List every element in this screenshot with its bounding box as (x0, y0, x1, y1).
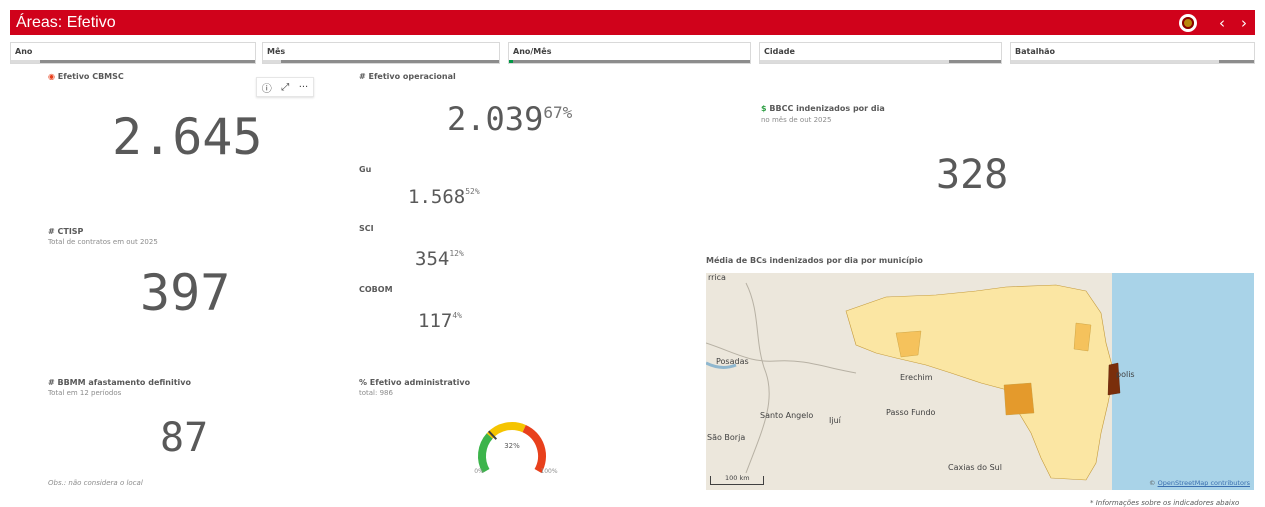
filter-ano-mes[interactable]: Ano/Mês (508, 42, 751, 64)
cbmsc-logo (1179, 13, 1197, 32)
gu-pct: 52% (465, 187, 480, 196)
operacional-pct: 67% (543, 103, 573, 122)
filter-pane: Ano Mês Ano/Mês Cidade Batalhão (10, 42, 1255, 64)
map-region-mid (1073, 322, 1092, 352)
gauge-yellow-band (486, 422, 526, 439)
sci-label: SCI (359, 224, 374, 233)
gauge-min-label: 0% (474, 468, 484, 475)
map-sea (1112, 273, 1254, 490)
bbmm-title: # BBMM afastamento definitivo (48, 378, 192, 387)
gu-label: Gu (359, 165, 372, 174)
map-scale-label: 100 km (725, 474, 750, 482)
dollar-icon: $ (761, 104, 767, 113)
gauge-red-band (522, 424, 546, 473)
choropleth-map[interactable]: rrica Posadas Erechim polis Santo Angelo… (706, 273, 1254, 490)
previous-sheet-button[interactable]: ‹ (1211, 14, 1233, 32)
gauge-max-label: 100% (540, 468, 557, 475)
filter-mes[interactable]: Mês (262, 42, 500, 64)
operacional-value: 2.03967% (447, 100, 573, 138)
bbcc-title: BBCC indenizados por dia (769, 104, 885, 113)
bbcc-value: 328 (936, 152, 1009, 198)
sci-value: 35412% (415, 248, 464, 270)
bbmm-value: 87 (160, 415, 209, 461)
administrativo-subtitle: total: 986 (359, 389, 393, 397)
map-label-sao-borja: São Borja (707, 433, 746, 442)
map-label-caxias: Caxias do Sul (948, 463, 1002, 472)
info-icon[interactable]: ⓘ (262, 80, 272, 95)
map-label-posadas: Posadas (716, 357, 749, 366)
bbcc-subtitle: no mês de out 2025 (761, 116, 832, 124)
filter-label: Batalhão (1015, 47, 1056, 56)
sci-pct: 12% (449, 249, 464, 258)
firefighter-icon: ◉ (48, 72, 55, 81)
ctisp-subtitle: Total de contratos em out 2025 (48, 238, 158, 246)
gauge-green-band (477, 433, 493, 473)
map-attribution[interactable]: © OpenStreetMap contributors (1149, 479, 1250, 487)
map-label-ijui: Ijuí (829, 416, 841, 425)
administrativo-gauge: 32% 0% 100% (474, 422, 558, 475)
filter-label: Ano (15, 47, 33, 56)
operacional-title: # Efetivo operacional (359, 72, 456, 81)
next-sheet-button[interactable]: › (1233, 14, 1255, 32)
filter-label: Ano/Mês (513, 47, 552, 56)
efetivo-cbmsc-value: 2.645 (112, 108, 263, 166)
bbmm-note: Obs.: não considera o local (48, 479, 143, 487)
object-toolbar: ⓘ ⤢ ··· (256, 77, 314, 97)
filter-label: Cidade (764, 47, 795, 56)
gu-value: 1.56852% (408, 186, 480, 208)
map-label-erechim: Erechim (900, 373, 933, 382)
map-label-passo-fundo: Passo Fundo (886, 408, 936, 417)
map-state-region (845, 284, 1115, 481)
map-canvas (706, 273, 1254, 490)
map-region-max (1107, 362, 1121, 396)
filter-ano[interactable]: Ano (10, 42, 256, 64)
gauge-value: 32% (504, 442, 520, 450)
administrativo-title: % Efetivo administrativo (359, 378, 471, 387)
expand-icon[interactable]: ⤢ (281, 82, 289, 93)
cobom-pct: 4% (452, 311, 462, 320)
bbcc-title-row: $ BBCC indenizados por dia (761, 104, 885, 113)
map-label-rrica: rrica (708, 273, 726, 282)
filter-label: Mês (267, 47, 286, 56)
more-icon[interactable]: ··· (299, 82, 309, 93)
app-header: Áreas: Efetivo ‹ › (10, 10, 1255, 35)
bbmm-subtitle: Total em 12 períodos (48, 389, 122, 397)
map-title: Média de BCs indenizados por dia por mun… (706, 256, 923, 265)
cobom-label: COBOM (359, 285, 393, 294)
efetivo-cbmsc-kpi[interactable]: ◉ Efetivo CBMSC (48, 72, 124, 81)
map-label-polis: polis (1116, 370, 1135, 379)
indicators-footnote: * Informações sobre os indicadores abaix… (1090, 499, 1240, 507)
ctisp-title: # CTISP (48, 227, 84, 236)
map-region-high (1003, 382, 1035, 416)
filter-batalhao[interactable]: Batalhão (1010, 42, 1255, 64)
ctisp-value: 397 (140, 264, 231, 322)
map-scale-bar: 100 km (710, 474, 764, 485)
map-label-santo-angelo: Santo Angelo (760, 411, 814, 420)
filter-cidade[interactable]: Cidade (759, 42, 1002, 64)
kpi-title: Efetivo CBMSC (57, 72, 124, 81)
cobom-value: 1174% (418, 310, 462, 332)
sheet-title: Áreas: Efetivo (16, 13, 116, 31)
